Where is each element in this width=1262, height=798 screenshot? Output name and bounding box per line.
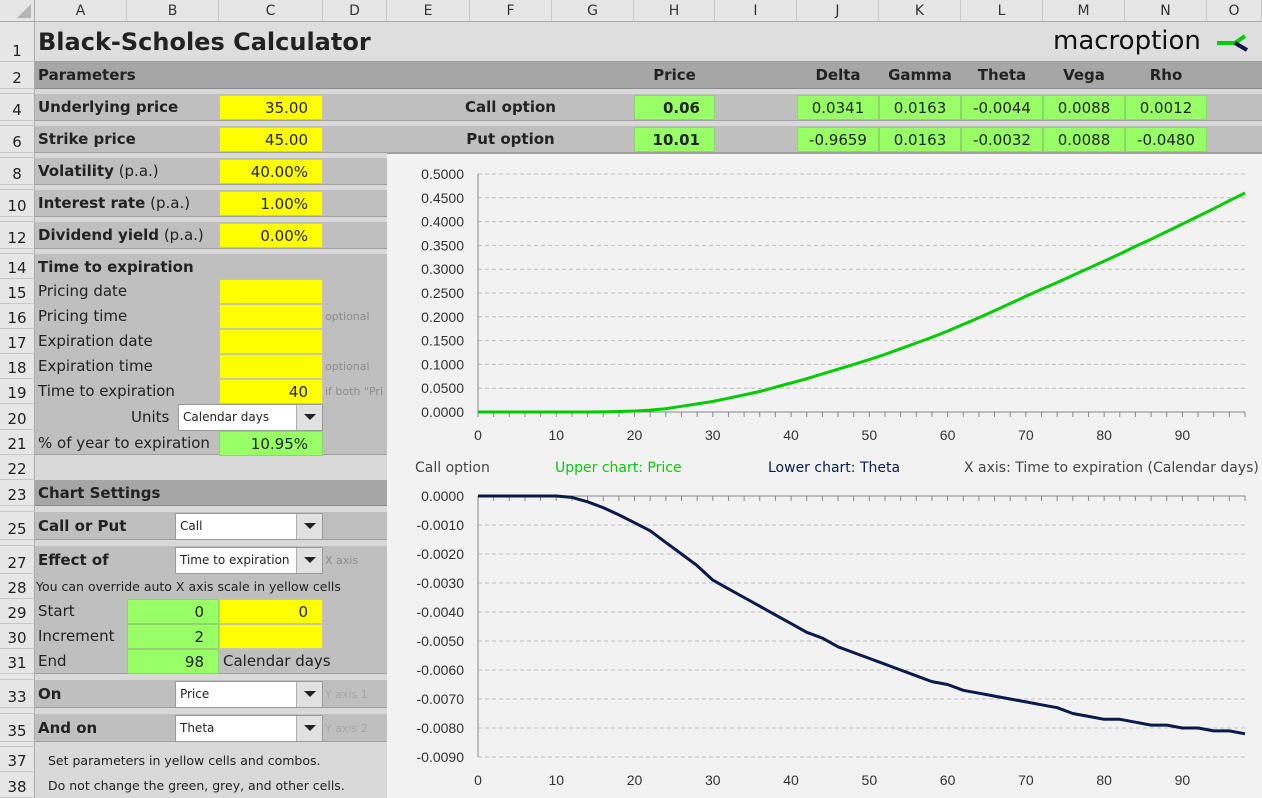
y-tick-label: -0.0060: [417, 662, 465, 678]
y-tick-label: -0.0010: [417, 517, 465, 533]
x-tick-label: 0: [474, 427, 482, 443]
x-tick-label: 10: [548, 772, 564, 788]
y-tick-label: -0.0020: [417, 546, 465, 562]
y-tick-label: 0.3500: [421, 237, 464, 253]
y-tick-label: -0.0050: [417, 633, 465, 649]
x-tick-label: 60: [940, 772, 956, 788]
charts-svg: 0.0000 0.0500 0.1000 0.1500 0.2000 0.2500 0.30…: [417, 166, 1246, 788]
x-tick-label: 60: [940, 427, 956, 443]
x-tick-label: 30: [705, 427, 721, 443]
price-series-line: [478, 191, 1246, 414]
x-tick-label: 90: [1175, 427, 1191, 443]
x-tick-label: 90: [1175, 772, 1191, 788]
y-tick-label: 0.4500: [421, 190, 464, 206]
y-tick-label: 0.0000: [421, 488, 464, 504]
x-tick-label: 20: [627, 772, 643, 788]
y-tick-label: -0.0090: [417, 749, 465, 765]
y-tick-label: -0.0030: [417, 575, 465, 591]
y-tick-label: 0.4000: [421, 214, 464, 230]
x-tick-label: 10: [548, 427, 564, 443]
y-tick-label: 0.0500: [421, 380, 464, 396]
x-tick-label: 50: [862, 427, 878, 443]
theta-series-line: [478, 494, 1246, 736]
x-tick-label: 80: [1096, 427, 1112, 443]
x-tick-label: 20: [627, 427, 643, 443]
x-tick-label: 50: [862, 772, 878, 788]
y-tick-label: 0.3000: [421, 261, 464, 277]
x-tick-label: 40: [783, 772, 799, 788]
x-tick-label: 30: [705, 772, 721, 788]
y-tick-label: 0.2000: [421, 309, 464, 325]
y-tick-label: 0.1000: [421, 356, 464, 372]
x-tick-label: 80: [1096, 772, 1112, 788]
y-tick-label: 0.1500: [421, 333, 464, 349]
x-tick-label: 70: [1018, 427, 1034, 443]
y-tick-label: 0.5000: [421, 166, 464, 182]
x-tick-label: 70: [1018, 772, 1034, 788]
y-tick-label: 0.2500: [421, 285, 464, 301]
y-tick-label: -0.0080: [417, 720, 465, 736]
y-tick-label: -0.0070: [417, 691, 465, 707]
y-tick-label: 0.0000: [421, 404, 464, 420]
x-tick-label: 0: [474, 772, 482, 788]
y-tick-label: -0.0040: [417, 604, 465, 620]
x-tick-label: 40: [783, 427, 799, 443]
